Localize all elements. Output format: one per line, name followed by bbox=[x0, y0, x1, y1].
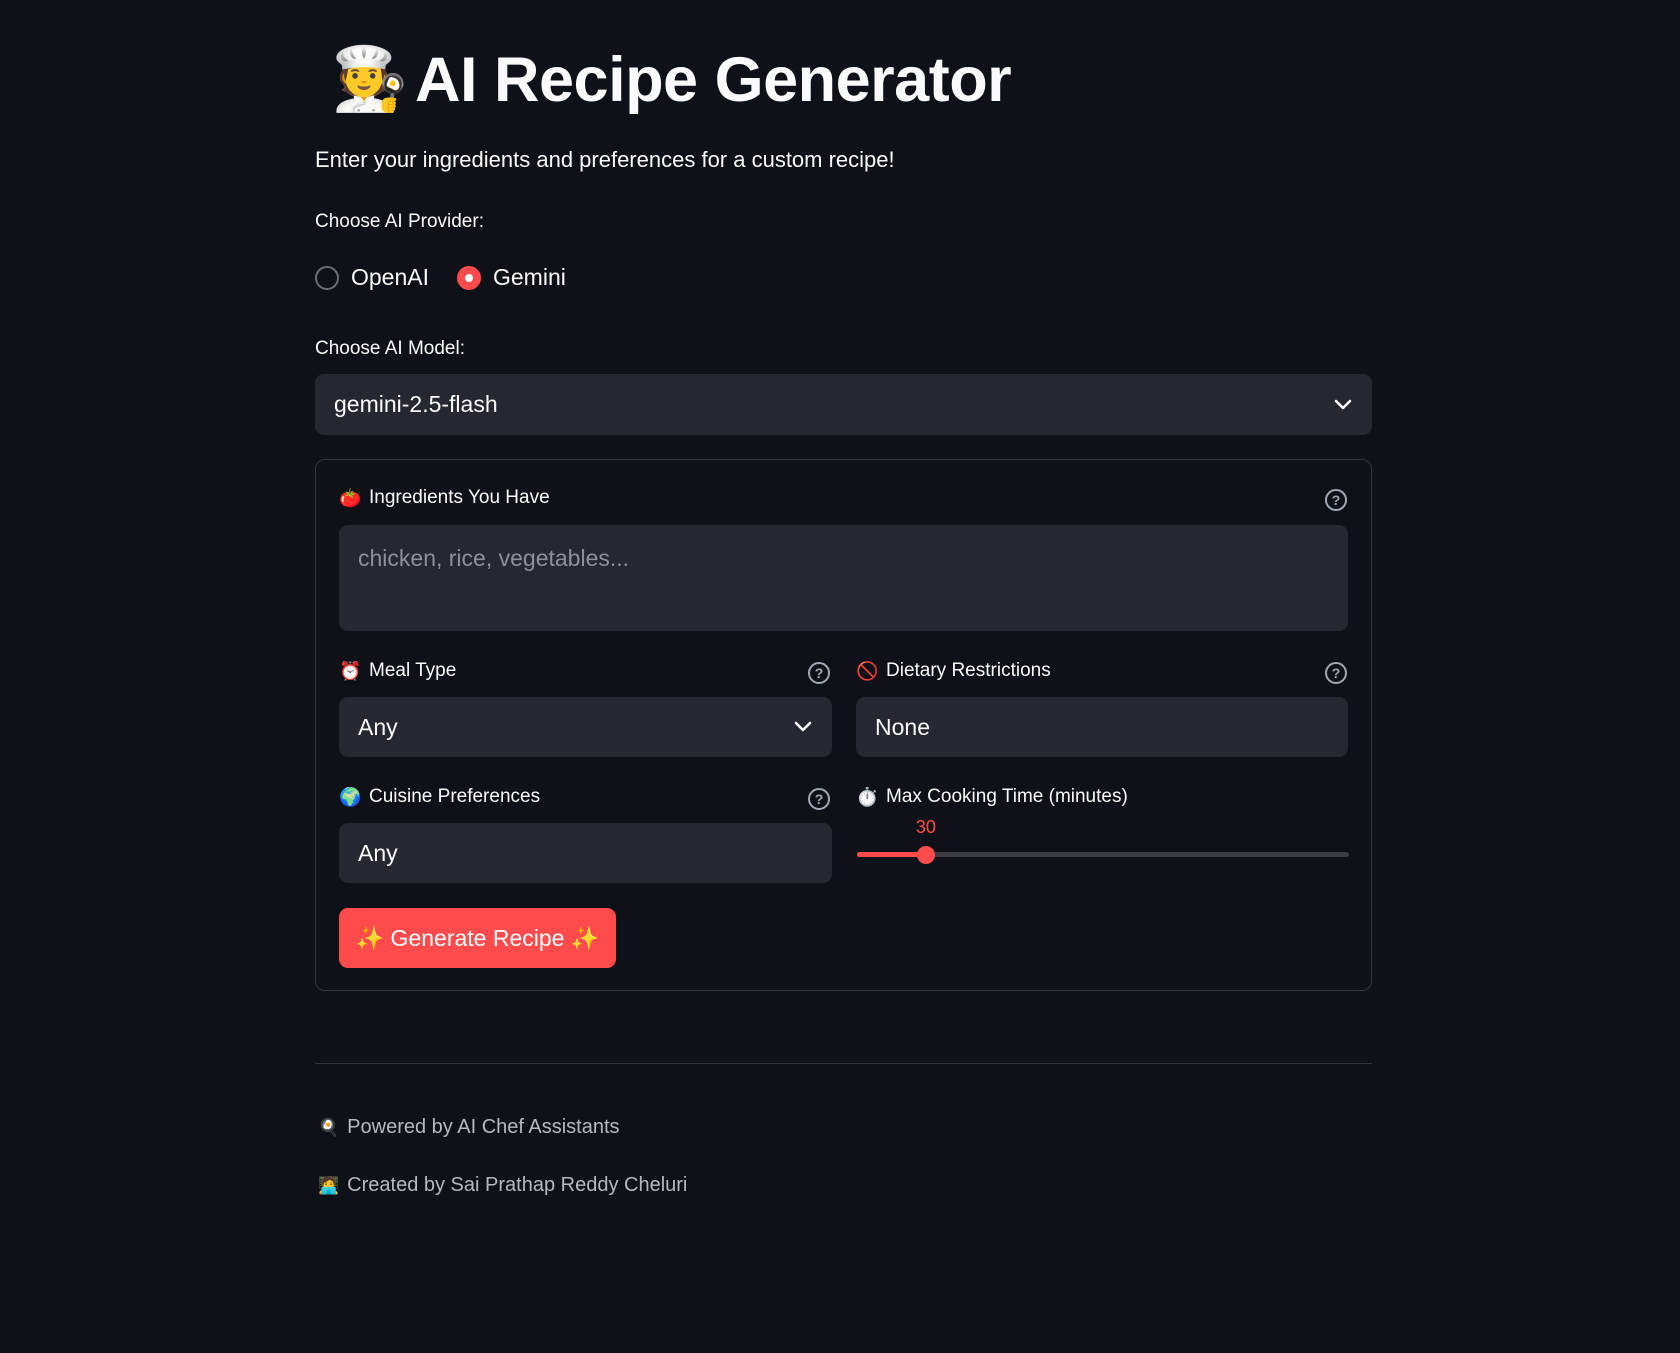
cuisine-help-icon[interactable]: ? bbox=[808, 788, 830, 810]
provider-label: Choose AI Provider: bbox=[315, 211, 484, 232]
radio-openai[interactable]: OpenAI bbox=[315, 264, 429, 291]
cuisine-input[interactable]: Any bbox=[339, 823, 832, 883]
page-subtitle: Enter your ingredients and preferences f… bbox=[315, 147, 895, 172]
recipe-form: 🍅 Ingredients You Have ? ⏰ Meal Type ? A… bbox=[315, 459, 1372, 991]
footer-created-text: Created by Sai Prathap Reddy Cheluri bbox=[347, 1174, 688, 1196]
ingredients-label: 🍅 Ingredients You Have bbox=[339, 487, 550, 509]
ingredients-textarea[interactable] bbox=[339, 525, 1348, 631]
radio-gemini-circle[interactable] bbox=[457, 265, 481, 290]
stopwatch-icon: ⏱️ bbox=[856, 786, 879, 807]
footer-created: 🧑‍💻 Created by Sai Prathap Reddy Cheluri bbox=[318, 1174, 687, 1197]
dietary-input[interactable]: None bbox=[856, 697, 1348, 757]
footer-powered: 🍳 Powered by AI Chef Assistants bbox=[318, 1116, 620, 1139]
chevron-down-icon bbox=[794, 721, 812, 732]
radio-gemini[interactable]: Gemini bbox=[457, 264, 566, 291]
tomato-icon: 🍅 bbox=[339, 487, 362, 508]
meal-type-help-icon[interactable]: ? bbox=[808, 662, 830, 684]
meal-type-label: ⏰ Meal Type bbox=[339, 660, 456, 682]
prohibited-icon: 🚫 bbox=[856, 660, 879, 681]
alarm-clock-icon: ⏰ bbox=[339, 660, 362, 681]
meal-type-label-text: Meal Type bbox=[369, 660, 457, 681]
model-select-value: gemini-2.5-flash bbox=[334, 391, 498, 417]
dietary-help-icon[interactable]: ? bbox=[1325, 662, 1347, 684]
title-row: 🧑‍🍳 AI Recipe Generator bbox=[331, 40, 1012, 120]
dietary-label: 🚫 Dietary Restrictions bbox=[856, 660, 1051, 682]
globe-icon: 🌍 bbox=[339, 786, 362, 807]
frying-pan-icon: 🍳 bbox=[318, 1117, 340, 1137]
cooking-time-value: 30 bbox=[915, 817, 936, 837]
radio-gemini-label[interactable]: Gemini bbox=[493, 264, 566, 291]
model-label: Choose AI Model: bbox=[315, 338, 465, 359]
footer-divider bbox=[315, 1063, 1372, 1064]
radio-openai-label[interactable]: OpenAI bbox=[351, 264, 429, 291]
cooking-time-label: ⏱️ Max Cooking Time (minutes) bbox=[856, 786, 1128, 808]
cooking-time-slider-fill bbox=[857, 852, 926, 857]
page-title: AI Recipe Generator bbox=[415, 45, 1012, 115]
cooking-time-slider-thumb[interactable] bbox=[916, 846, 935, 864]
model-select[interactable]: gemini-2.5-flash bbox=[315, 374, 1372, 435]
technologist-icon: 🧑‍💻 bbox=[318, 1175, 340, 1195]
dietary-label-text: Dietary Restrictions bbox=[886, 660, 1051, 681]
cooking-time-label-text: Max Cooking Time (minutes) bbox=[886, 786, 1128, 807]
meal-type-select[interactable]: Any bbox=[339, 697, 832, 757]
meal-type-select-value: Any bbox=[358, 713, 398, 740]
generate-recipe-button[interactable]: ✨ Generate Recipe ✨ bbox=[339, 908, 616, 968]
ingredients-label-text: Ingredients You Have bbox=[369, 487, 550, 508]
provider-radio-group: OpenAI Gemini bbox=[315, 264, 594, 291]
chef-icon: 🧑‍🍳 bbox=[331, 45, 409, 114]
ingredients-help-icon[interactable]: ? bbox=[1325, 489, 1347, 511]
cuisine-label: 🌍 Cuisine Preferences bbox=[339, 786, 540, 808]
chevron-down-icon bbox=[1334, 399, 1352, 409]
radio-openai-circle[interactable] bbox=[315, 265, 339, 290]
cuisine-label-text: Cuisine Preferences bbox=[369, 786, 541, 807]
footer-powered-text: Powered by AI Chef Assistants bbox=[347, 1116, 620, 1138]
